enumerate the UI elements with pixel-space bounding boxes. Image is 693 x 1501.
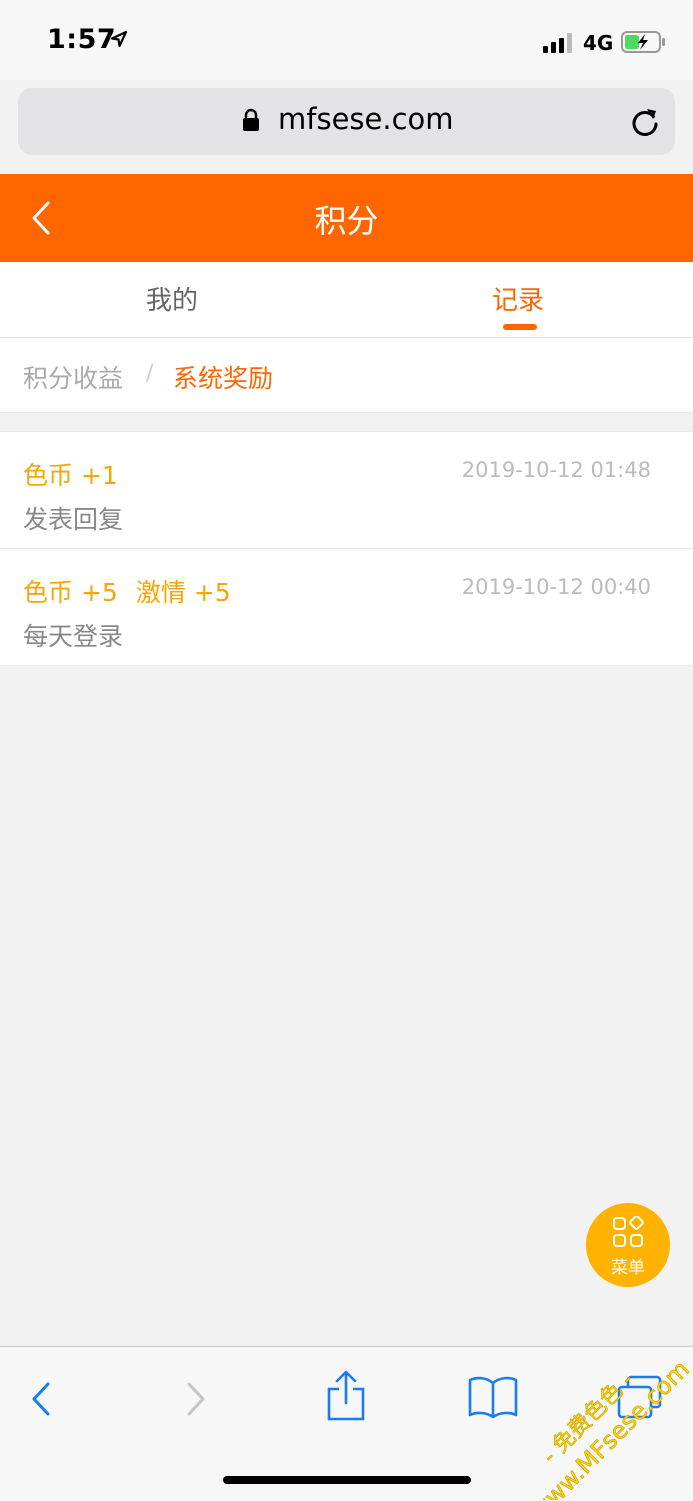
list-item: 色币 +1 2019-10-12 01:48 发表回复 [0, 432, 693, 549]
list-item: 色币 +5 激情 +5 2019-10-12 00:40 每天登录 [0, 549, 693, 666]
tabs-icon[interactable] [616, 1375, 664, 1419]
reload-icon[interactable] [630, 107, 660, 137]
record-time: 2019-10-12 01:48 [461, 458, 651, 482]
record-description: 发表回复 [23, 505, 124, 534]
tab-records[interactable]: 记录 [492, 280, 544, 317]
home-indicator [223, 1476, 471, 1484]
page-header: 积分 [0, 174, 693, 262]
network-type: 4G [583, 31, 614, 55]
subnav-separator: / [146, 361, 154, 386]
subnav-system-reward[interactable]: 系统奖励 [173, 359, 273, 395]
bookmarks-icon[interactable] [468, 1375, 518, 1419]
browser-back-icon[interactable] [30, 1381, 52, 1417]
record-time: 2019-10-12 00:40 [461, 575, 651, 599]
reward-values: 色币 +1 [23, 456, 118, 492]
page-title: 积分 [314, 202, 379, 240]
records-list: 色币 +1 2019-10-12 01:48 发表回复 色币 +5 激情 +5 2… [0, 431, 693, 666]
record-description: 每天登录 [23, 622, 124, 651]
address-bar[interactable]: mfsese.com [18, 88, 675, 155]
browser-forward-icon[interactable] [185, 1381, 207, 1417]
grid-menu-icon [613, 1216, 644, 1247]
tab-mine[interactable]: 我的 [146, 280, 198, 317]
menu-fab[interactable]: 菜单 [586, 1203, 670, 1287]
battery-charging-icon [621, 31, 665, 53]
cellular-signal-icon [543, 33, 572, 53]
reward-values: 色币 +5 激情 +5 [23, 573, 231, 609]
tab-bar: 我的 记录 [0, 262, 693, 338]
location-arrow-icon [110, 30, 128, 48]
reward-value: 色币 +1 [23, 461, 118, 490]
url-text[interactable]: mfsese.com [278, 102, 454, 136]
subnav-points-income[interactable]: 积分收益 [23, 359, 123, 395]
active-tab-indicator [503, 324, 537, 330]
menu-fab-label: 菜单 [611, 1258, 645, 1278]
share-icon[interactable] [326, 1369, 366, 1421]
status-bar: 1:57 4G [0, 0, 693, 80]
sub-nav: 积分收益 / 系统奖励 [0, 338, 693, 413]
reward-value: 色币 +5 [23, 578, 118, 607]
status-time: 1:57 [47, 24, 117, 55]
lock-icon [243, 108, 259, 131]
reward-value: 激情 +5 [135, 578, 231, 607]
